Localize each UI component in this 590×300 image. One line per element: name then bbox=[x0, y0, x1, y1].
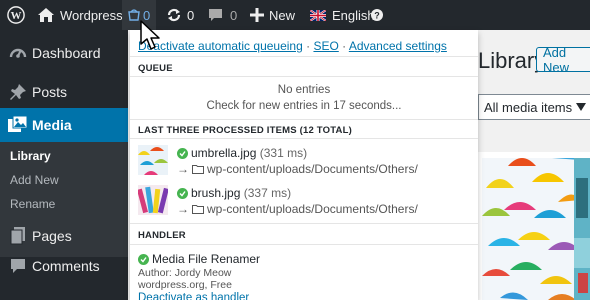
processed-path-row: → wp-content/uploads/Documents/Others/ bbox=[177, 162, 418, 176]
advanced-settings-link[interactable]: Advanced settings bbox=[349, 39, 447, 53]
admin-sidebar: Dashboard Posts Media Library Add New Re… bbox=[0, 30, 128, 300]
success-check-icon bbox=[177, 187, 188, 199]
media-grid bbox=[478, 152, 590, 300]
site-name-link[interactable]: Wordpress bbox=[38, 0, 123, 30]
processed-name-row: umbrella.jpg (331 ms) bbox=[177, 146, 307, 160]
sidebar-item-posts[interactable]: Posts bbox=[0, 78, 128, 106]
submenu-item-add-new[interactable]: Add New bbox=[10, 173, 59, 187]
handler-name-row: Media File Renamer bbox=[138, 252, 260, 266]
handler-name: Media File Renamer bbox=[152, 252, 261, 266]
sidebar-item-dashboard[interactable]: Dashboard bbox=[0, 40, 128, 66]
arrow-right-icon: → bbox=[177, 202, 189, 216]
wordpress-logo-icon[interactable]: W bbox=[7, 0, 25, 30]
handler-site: wordpress.org, Free bbox=[138, 279, 232, 291]
media-thumbnail-umbrellas[interactable] bbox=[482, 158, 580, 300]
sidebar-item-label: Media bbox=[32, 117, 72, 133]
sidebar-item-label: Pages bbox=[32, 228, 72, 244]
language-switcher[interactable]: English bbox=[310, 0, 375, 30]
caret-down-icon bbox=[576, 103, 586, 111]
sidebar-item-media[interactable]: Media bbox=[0, 108, 128, 142]
comment-bubble-icon bbox=[208, 8, 223, 22]
processed-item: umbrella.jpg (331 ms) → wp-content/uploa… bbox=[138, 145, 476, 185]
dropdown-links: Deactivate automatic queueing · SEO · Ad… bbox=[138, 39, 447, 53]
processed-item: brush.jpg (337 ms) → wp-content/uploads/… bbox=[138, 185, 476, 225]
deactivate-handler-link[interactable]: Deactivate as handler bbox=[138, 292, 249, 300]
sidebar-item-label: Posts bbox=[32, 84, 68, 100]
processed-filename: brush.jpg bbox=[191, 186, 241, 200]
new-content-link[interactable]: New bbox=[250, 0, 295, 30]
sidebar-item-label: Dashboard bbox=[32, 45, 101, 61]
umbrella-thumbnail bbox=[138, 145, 168, 175]
processed-time: (331 ms) bbox=[259, 146, 308, 160]
sidebar-item-label: Comments bbox=[32, 258, 100, 274]
brush-thumbnail bbox=[138, 185, 168, 215]
processed-filename: umbrella.jpg bbox=[191, 146, 257, 160]
filter-value: All media items bbox=[484, 99, 573, 115]
divider bbox=[130, 119, 478, 120]
dashboard-icon bbox=[8, 43, 28, 63]
handler-heading: HANDLER bbox=[138, 230, 186, 241]
divider bbox=[130, 138, 478, 139]
svg-text:W: W bbox=[11, 10, 22, 22]
media-icon bbox=[8, 115, 28, 135]
comments-count: 0 bbox=[230, 7, 238, 23]
divider bbox=[130, 223, 478, 224]
help-icon[interactable]: ? bbox=[371, 0, 383, 30]
divider bbox=[130, 244, 478, 245]
update-icon bbox=[166, 7, 182, 23]
add-new-button[interactable]: Add New bbox=[536, 45, 590, 75]
processed-name-row: brush.jpg (337 ms) bbox=[177, 186, 291, 200]
processed-time: (337 ms) bbox=[243, 186, 292, 200]
bucket-icon bbox=[128, 9, 140, 21]
updates-link[interactable]: 0 bbox=[166, 0, 194, 30]
queue-empty-text: No entries bbox=[277, 84, 331, 96]
arrow-right-icon: → bbox=[177, 162, 189, 176]
svg-text:?: ? bbox=[374, 11, 380, 21]
media-thumbnail-partial[interactable] bbox=[574, 158, 590, 300]
language-label: English bbox=[332, 7, 375, 23]
divider bbox=[130, 76, 478, 77]
submenu-item-library[interactable]: Library bbox=[10, 149, 51, 163]
sidebar-item-pages[interactable]: Pages bbox=[0, 222, 128, 250]
new-label: New bbox=[269, 7, 296, 23]
processed-path: wp-content/uploads/Documents/Others/ bbox=[207, 162, 418, 176]
folder-icon bbox=[192, 164, 204, 174]
comment-icon bbox=[8, 256, 28, 276]
folder-icon bbox=[192, 204, 204, 214]
sidebar-item-comments[interactable]: Comments bbox=[0, 252, 128, 280]
handler-author: Author: Jordy Meow bbox=[138, 267, 232, 279]
page-icon bbox=[8, 226, 28, 246]
plus-icon bbox=[250, 8, 264, 22]
updates-count: 0 bbox=[187, 7, 195, 23]
pin-icon bbox=[8, 82, 28, 102]
success-check-icon bbox=[177, 147, 188, 159]
processed-heading: LAST THREE PROCESSED ITEMS (12 TOTAL) bbox=[138, 125, 352, 136]
queue-dropdown-panel: Deactivate automatic queueing · SEO · Ad… bbox=[130, 30, 478, 300]
uk-flag-icon bbox=[310, 9, 326, 21]
divider bbox=[130, 56, 478, 57]
comments-link[interactable]: 0 bbox=[208, 0, 237, 30]
media-filter-select[interactable]: All media items bbox=[478, 94, 590, 120]
submenu-item-rename[interactable]: Rename bbox=[10, 197, 55, 211]
queue-heading: QUEUE bbox=[138, 63, 173, 74]
queue-check-text: Check for new entries in 17 seconds... bbox=[206, 100, 402, 112]
processed-path: wp-content/uploads/Documents/Others/ bbox=[207, 202, 418, 216]
processed-path-row: → wp-content/uploads/Documents/Others/ bbox=[177, 202, 418, 216]
seo-link[interactable]: SEO bbox=[313, 39, 338, 53]
success-check-icon bbox=[138, 253, 149, 265]
admin-bar: W Wordpress 0 0 0 New English ? bbox=[0, 0, 590, 30]
site-name: Wordpress bbox=[60, 7, 123, 23]
home-icon bbox=[38, 8, 54, 22]
mouse-cursor-icon bbox=[140, 20, 160, 50]
